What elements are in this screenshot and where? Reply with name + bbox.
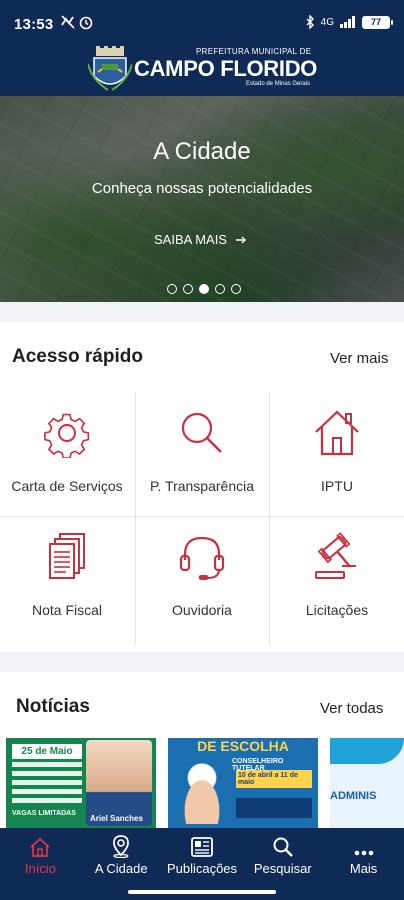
quick-item-label: Licitações (305, 602, 369, 618)
hero-cta-button[interactable]: SAIBA MAIS (154, 232, 247, 247)
quick-access-more-link[interactable]: Ver mais (330, 350, 388, 367)
news-card-headline: DE ESCOLHA (197, 738, 289, 754)
quick-item-carta-servicos[interactable]: Carta de Serviços (0, 392, 134, 516)
quick-item-transparencia[interactable]: P. Transparência (135, 392, 269, 516)
app-header: PREFEITURA MUNICIPAL DE CAMPO FLORIDO Es… (0, 46, 404, 96)
hero-banner[interactable]: A Cidade Conheça nossas potencialidades … (0, 96, 404, 302)
nav-label: Pesquisar (253, 861, 312, 876)
quick-item-label: Ouvidoria (172, 602, 232, 618)
news-title: Notícias (16, 696, 90, 717)
carousel-dot[interactable] (167, 284, 177, 294)
quick-access-section: Acesso rápido Ver mais Carta de Serviços… (0, 322, 404, 652)
newspaper-icon (191, 837, 213, 857)
gavel-icon (315, 532, 356, 579)
network-type: 4G (320, 16, 334, 28)
search-icon (273, 837, 293, 857)
documents-icon (49, 533, 85, 579)
home-icon (30, 837, 50, 857)
hero-cta-label: SAIBA MAIS (154, 232, 227, 247)
house-icon (315, 410, 359, 456)
news-card-name: Ariel Sanches (90, 814, 143, 823)
news-card-list (12, 762, 82, 806)
location-pin-icon (113, 835, 130, 858)
carousel-dot[interactable] (231, 284, 241, 294)
hero-subtitle: Conheça nossas potencialidades (91, 180, 313, 197)
news-card-illustration (172, 758, 232, 824)
quick-item-label: P. Transparência (149, 478, 255, 494)
hero-title: A Cidade (153, 138, 251, 165)
news-section: Notícias Ver todas 25 de Maio VAGAS LIMI… (0, 672, 404, 828)
carousel-indicators (167, 284, 241, 294)
no-data-icon (61, 15, 75, 29)
city-crest-logo (88, 46, 132, 91)
gesture-area (0, 886, 404, 900)
quick-access-grid: Carta de Serviços P. Transparência IPTU … (0, 392, 404, 644)
quick-item-ouvidoria[interactable]: Ouvidoria (135, 516, 269, 640)
nav-inicio[interactable]: Início (0, 828, 81, 886)
quick-item-label: Carta de Serviços (11, 478, 123, 494)
news-card-footer (236, 798, 312, 818)
nav-label: Publicações (166, 861, 238, 876)
logo-title: CAMPO FLORIDO (134, 56, 318, 81)
quick-item-label: Nota Fiscal (31, 602, 103, 618)
carousel-dot[interactable] (215, 284, 225, 294)
news-card-date: 25 de Maio (12, 744, 82, 759)
bottom-navigation: Início A Cidade Publicações Pesquisar Ma… (0, 828, 404, 886)
gear-icon (44, 413, 90, 458)
quick-item-nota-fiscal[interactable]: Nota Fiscal (0, 516, 134, 640)
nav-label: Início (24, 861, 56, 876)
nav-a-cidade[interactable]: A Cidade (81, 828, 162, 886)
quick-item-iptu[interactable]: IPTU (270, 392, 404, 516)
news-card-vagas: VAGAS LIMITADAS (12, 810, 76, 817)
news-card[interactable]: ADMINIS (330, 738, 404, 828)
news-card-partial-text: ADMINIS (330, 790, 377, 802)
nav-label: A Cidade (94, 861, 148, 876)
logo-subtitle: PREFEITURA MUNICIPAL DE (196, 47, 312, 56)
news-see-all-link[interactable]: Ver todas (320, 700, 383, 717)
status-time: 13:53 (14, 16, 54, 33)
more-dots-icon (354, 850, 373, 856)
quick-item-label: IPTU (321, 478, 353, 494)
home-gesture-bar[interactable] (128, 890, 276, 894)
news-card[interactable]: 25 de Maio VAGAS LIMITADAS Ariel Sanches (6, 738, 156, 828)
bluetooth-icon (306, 15, 314, 29)
news-card-dates: 10 de abril a 11 de maio (236, 770, 312, 788)
carousel-dot-active[interactable] (199, 284, 209, 294)
battery-icon: 77 (362, 15, 393, 29)
carousel-dot[interactable] (183, 284, 193, 294)
logo-state: Estado de Minas Gerais (246, 81, 311, 87)
nav-publicacoes[interactable]: Publicações (162, 828, 243, 886)
headset-icon (179, 536, 225, 580)
nav-mais[interactable]: Mais (323, 828, 404, 886)
quick-access-title: Acesso rápido (12, 346, 143, 367)
nav-pesquisar[interactable]: Pesquisar (242, 828, 323, 886)
search-icon (181, 412, 222, 453)
status-bar: 13:53 4G 77 (0, 0, 404, 46)
quick-item-licitacoes[interactable]: Licitações (270, 516, 404, 640)
news-card[interactable]: DE ESCOLHA CONSELHEIRO TUTELAR 10 de abr… (168, 738, 318, 828)
news-card-banner (330, 738, 404, 764)
signal-icon (340, 16, 355, 28)
alarm-icon (79, 16, 93, 30)
nav-label: Mais (349, 861, 378, 876)
arrow-right-icon (235, 236, 246, 243)
